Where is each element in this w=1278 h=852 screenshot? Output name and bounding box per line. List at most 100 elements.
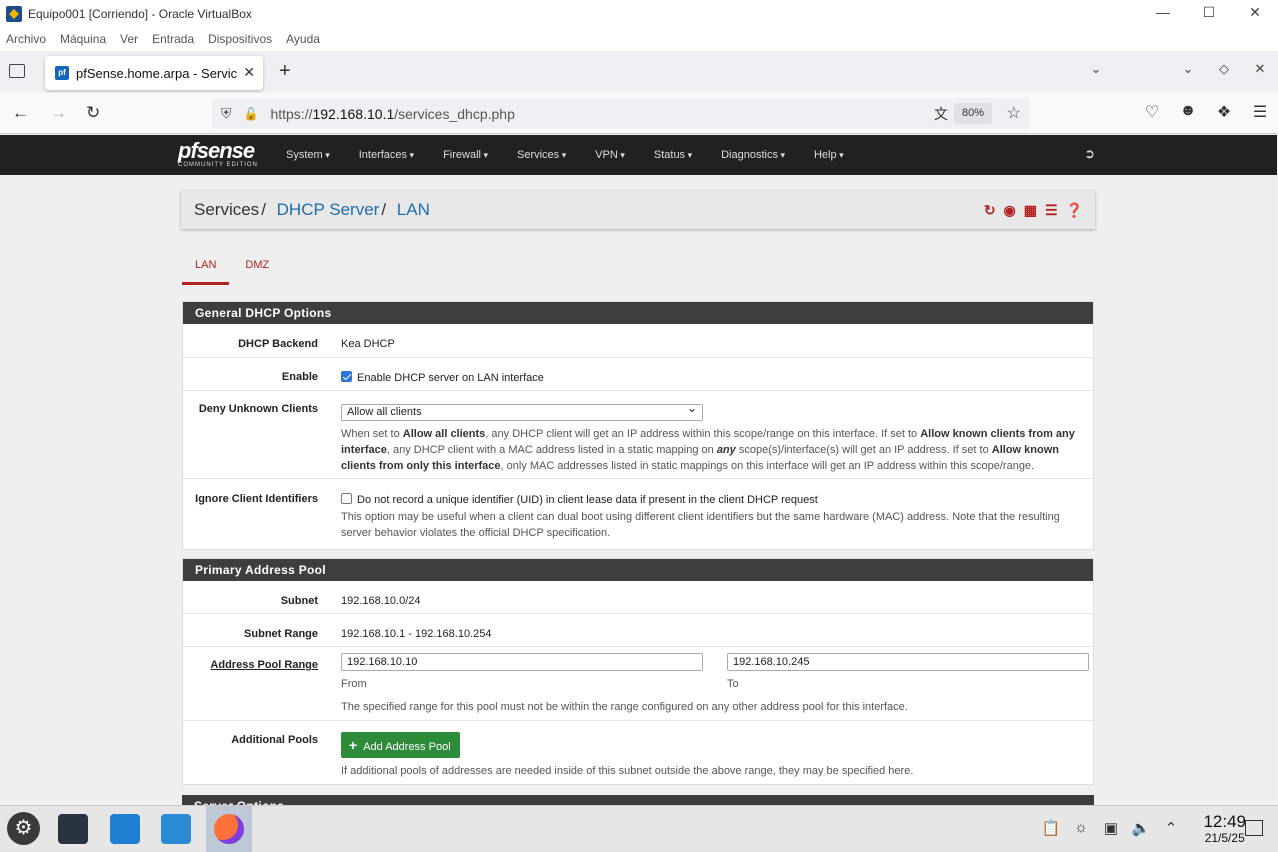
account-icon[interactable]: ☻ <box>1170 102 1206 122</box>
nav-status[interactable]: Status <box>654 149 692 161</box>
clock[interactable]: 12:49 21/5/25 <box>1203 812 1246 846</box>
nav-services[interactable]: Services <box>517 149 566 161</box>
deny-unknown-clients-label: Deny Unknown Clients <box>198 403 318 415</box>
diamond-icon[interactable]: ◇ <box>1206 61 1242 77</box>
plus-icon: + <box>349 737 358 753</box>
vbox-menubar: Archivo Máquina Ver Entrada Dispositivos… <box>0 27 1278 51</box>
nav-system[interactable]: System <box>286 149 330 161</box>
pfsense-favicon-icon: pf <box>55 66 69 80</box>
nav-firewall[interactable]: Firewall <box>443 149 488 161</box>
close-window-button[interactable]: ✕ <box>1232 0 1278 27</box>
tray-expand-chevron-icon[interactable]: ⌃ <box>1156 819 1186 837</box>
volume-icon[interactable]: 🔈 <box>1126 819 1156 837</box>
breadcrumb-services: Services <box>194 200 260 219</box>
graph-icon[interactable]: ▦ <box>1024 202 1037 219</box>
enable-checkbox[interactable] <box>341 371 352 382</box>
stop-service-icon[interactable]: ◉ <box>1004 202 1016 219</box>
task-manager-icon[interactable] <box>58 814 88 844</box>
subnet-value: 192.168.10.0/24 <box>341 595 421 607</box>
show-desktop-icon[interactable] <box>1245 820 1263 836</box>
menu-ayuda[interactable]: Ayuda <box>286 32 320 46</box>
chevron-down-icon[interactable]: ⌄ <box>1170 61 1206 77</box>
log-list-icon[interactable]: ☰ <box>1045 202 1058 219</box>
virtualbox-logo-icon <box>6 5 22 22</box>
ignore-client-identifiers-checkbox[interactable] <box>341 493 352 504</box>
row-additional-pools: Additional Pools + Add Address Pool If ad… <box>183 721 1093 784</box>
nav-interfaces[interactable]: Interfaces <box>359 149 414 161</box>
dhcp-backend-label: DHCP Backend <box>238 338 318 350</box>
help-icon[interactable]: ❓ <box>1066 202 1083 219</box>
tab-lan[interactable]: LAN <box>182 257 230 285</box>
back-arrow-icon[interactable]: ← <box>12 103 29 123</box>
menu-maquina[interactable]: Máquina <box>60 32 106 46</box>
clock-time: 12:49 <box>1203 812 1246 831</box>
start-menu-gear-icon[interactable]: ⚙ <box>7 812 40 845</box>
additional-pools-label: Additional Pools <box>231 734 318 746</box>
zoom-level-badge[interactable]: 80% <box>953 103 992 124</box>
subnet-range-value: 192.168.10.1 - 192.168.10.254 <box>341 628 492 640</box>
breadcrumb-lan[interactable]: LAN <box>397 200 430 219</box>
subnet-label: Subnet <box>280 595 318 607</box>
menu-ver[interactable]: Ver <box>120 32 138 46</box>
deny-unknown-clients-select[interactable]: Allow all clients <box>341 401 703 421</box>
translate-icon[interactable]: 文 <box>934 104 948 124</box>
dhcp-backend-value: Kea DHCP <box>341 338 395 350</box>
hamburger-menu-icon[interactable]: ☰ <box>1242 102 1278 122</box>
extensions-icon[interactable]: ❖ <box>1206 102 1242 122</box>
tab-dmz[interactable]: DMZ <box>232 257 282 285</box>
section-heading: Server Options <box>182 795 1094 805</box>
ignore-client-identifiers-label: Ignore Client Identifiers <box>195 493 318 505</box>
row-address-pool-range: Address Pool Range 192.168.10.10 From 19… <box>183 647 1093 721</box>
ignore-client-identifiers-text[interactable]: Do not record a unique identifier (UID) … <box>357 494 818 506</box>
row-enable: Enable Enable DHCP server on LAN interfa… <box>183 358 1093 391</box>
brightness-icon[interactable]: ☼ <box>1066 819 1096 837</box>
url-bar[interactable]: ⛨ 🔓 https://192.168.10.1/services_dhcp.p… <box>212 98 1030 129</box>
maximize-button[interactable]: ☐ <box>1186 0 1232 27</box>
new-tab-button[interactable]: + <box>279 60 291 83</box>
lock-warning-icon[interactable]: 🔓 <box>244 107 259 121</box>
vbox-titlebar: Equipo001 [Corriendo] - Oracle VirtualBo… <box>0 0 1278 27</box>
general-dhcp-options-panel: General DHCP Options DHCP Backend Kea DH… <box>182 301 1094 550</box>
url-text[interactable]: https://192.168.10.1/services_dhcp.php <box>270 106 514 122</box>
clipboard-icon[interactable]: 📋 <box>1036 819 1066 837</box>
store-bag-icon[interactable] <box>110 814 140 844</box>
close-icon[interactable]: ✕ <box>1242 61 1278 77</box>
firefox-taskbar-item[interactable] <box>206 806 252 852</box>
logout-icon[interactable]: ➲ <box>1084 146 1095 162</box>
network-icon[interactable]: ▣ <box>1096 819 1126 837</box>
interface-tabs: LAN DMZ <box>182 257 282 285</box>
pfsense-logo[interactable]: pfsense COMMUNITY EDITION <box>178 140 258 169</box>
minimize-button[interactable]: — <box>1140 0 1186 27</box>
row-deny-unknown-clients: Deny Unknown Clients Allow all clients W… <box>183 391 1093 479</box>
browser-tab-active[interactable]: pf pfSense.home.arpa - Servic ✕ <box>45 56 263 90</box>
pocket-icon[interactable]: ♡ <box>1134 102 1170 122</box>
taskbar: ⚙ 📋 ☼ ▣ 🔈 ⌃ 12:49 21/5/25 <box>0 805 1278 852</box>
tab-overview-icon[interactable] <box>9 64 25 78</box>
pool-range-from-input[interactable]: 192.168.10.10 <box>341 653 703 671</box>
forward-arrow-icon[interactable]: → <box>50 103 67 123</box>
reload-icon[interactable]: ↻ <box>86 103 100 123</box>
menu-dispositivos[interactable]: Dispositivos <box>208 32 272 46</box>
add-address-pool-button[interactable]: + Add Address Pool <box>341 732 460 758</box>
menu-entrada[interactable]: Entrada <box>152 32 194 46</box>
list-tabs-chevron-icon[interactable]: ⌄ <box>1078 61 1114 77</box>
tab-title: pfSense.home.arpa - Servic <box>76 65 238 81</box>
section-heading: General DHCP Options <box>183 302 1093 324</box>
pool-range-to-input[interactable]: 192.168.10.245 <box>727 653 1089 671</box>
clock-date: 21/5/25 <box>1204 831 1245 845</box>
nav-vpn[interactable]: VPN <box>595 149 625 161</box>
firefox-icon <box>214 814 244 844</box>
enable-checkbox-text[interactable]: Enable DHCP server on LAN interface <box>357 372 544 384</box>
menu-archivo[interactable]: Archivo <box>6 32 46 46</box>
bookmark-star-icon[interactable]: ☆ <box>1007 103 1021 123</box>
nav-diagnostics[interactable]: Diagnostics <box>721 149 785 161</box>
restart-service-icon[interactable]: ↻ <box>984 202 996 219</box>
subnet-range-label: Subnet Range <box>244 628 318 640</box>
file-manager-folder-icon[interactable] <box>161 814 191 844</box>
shield-icon[interactable]: ⛨ <box>221 105 232 122</box>
close-tab-icon[interactable]: ✕ <box>243 64 255 81</box>
deny-unknown-clients-help: When set to Allow all clients, any DHCP … <box>341 428 1075 472</box>
breadcrumb-panel: Services / DHCP Server / LAN ↻ ◉ ▦ ☰ ❓ <box>181 191 1095 229</box>
breadcrumb-dhcp-server[interactable]: DHCP Server <box>277 200 380 219</box>
nav-help[interactable]: Help <box>814 149 844 161</box>
